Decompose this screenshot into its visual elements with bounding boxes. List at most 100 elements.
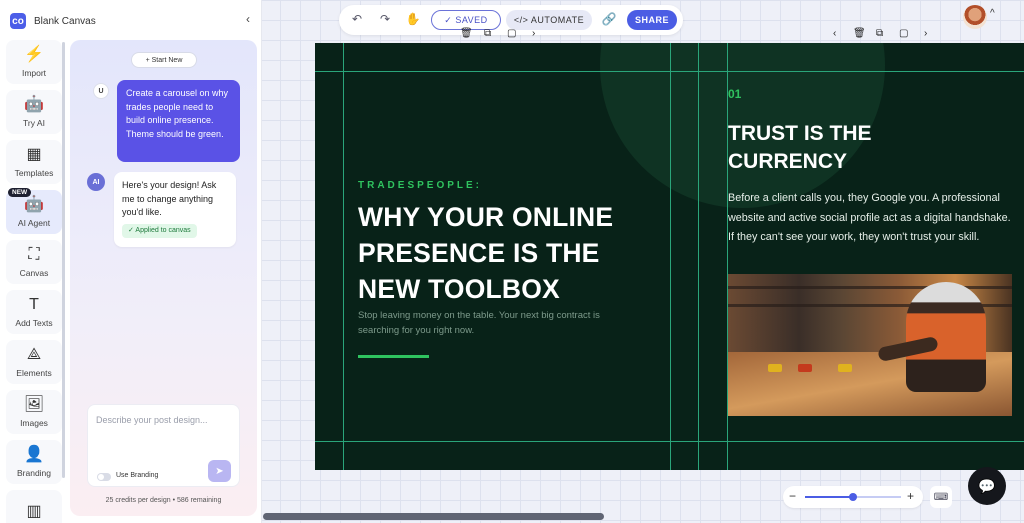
ai-message: Here's your design! Ask me to change any… xyxy=(114,172,236,247)
text-icon: T xyxy=(29,296,39,313)
rail-item-label: AI Agent xyxy=(17,218,51,228)
rail-item-label: Try AI xyxy=(23,118,45,128)
user-avatar: U xyxy=(93,83,109,99)
zoom-slider-thumb[interactable] xyxy=(849,493,857,501)
delete-slide-icon[interactable]: 🗑 xyxy=(853,28,866,39)
automate-button[interactable]: </> AUTOMATE xyxy=(506,10,592,30)
prompt-composer[interactable]: Describe your post design... Use Brandin… xyxy=(87,404,240,487)
start-new-button[interactable]: + Start New xyxy=(131,52,197,68)
rail-item-label: Templates xyxy=(14,168,54,178)
photo-beam xyxy=(728,286,1012,289)
new-badge: NEW xyxy=(8,188,32,197)
photo-tool xyxy=(798,364,812,372)
ai-message-text: Here's your design! Ask me to change any… xyxy=(122,180,217,218)
tool-rail: ⚡ Import 🤖 Try AI ▦ Templates NEW 🤖 AI A… xyxy=(6,40,62,523)
zoom-control: − + xyxy=(783,486,923,508)
app-root: co Blank Canvas ‹ ⚡ Import 🤖 Try AI ▦ Te… xyxy=(0,0,1024,523)
robot-icon: 🤖 xyxy=(24,196,44,213)
shapes-icon: ⟁ xyxy=(26,346,42,363)
slide2-body[interactable]: Before a client calls you, they Google y… xyxy=(728,189,1013,248)
account-avatar[interactable] xyxy=(963,5,987,29)
guide-line xyxy=(698,43,699,470)
rail-item-import[interactable]: ⚡ Import xyxy=(6,40,62,84)
frame-slide-icon[interactable]: ▢ xyxy=(899,28,908,39)
grid-icon: ▦ xyxy=(26,146,42,163)
robot-icon: 🤖 xyxy=(24,96,44,113)
photo-tool xyxy=(838,364,852,372)
rail-item-add-texts[interactable]: T Add Texts xyxy=(6,290,62,334)
duplicate-slide-icon[interactable]: ⧉ xyxy=(876,28,883,39)
branding-toggle[interactable] xyxy=(97,473,111,481)
slide1-headline[interactable]: WHY YOUR ONLINE PRESENCE IS THE NEW TOOL… xyxy=(358,199,658,307)
slide1-subtitle[interactable]: Stop leaving money on the table. Your ne… xyxy=(358,308,618,338)
slide1-eyebrow[interactable]: TRADESPEOPLE: xyxy=(358,180,482,191)
bolt-icon: ⚡ xyxy=(24,46,44,63)
branding-label: Use Branding xyxy=(116,472,159,479)
hand-icon[interactable]: ✋ xyxy=(405,12,421,26)
document-title[interactable]: Blank Canvas xyxy=(34,16,96,27)
design-canvas[interactable]: TRADESPEOPLE: WHY YOUR ONLINE PRESENCE I… xyxy=(315,43,1024,470)
rail-scrollbar[interactable] xyxy=(62,42,65,478)
rail-item-label: Import xyxy=(21,68,47,78)
slide2-title[interactable]: TRUST IS THE CURRENCY xyxy=(728,120,988,176)
send-button[interactable]: ➤ xyxy=(208,460,231,482)
sidebar: co Blank Canvas ‹ ⚡ Import 🤖 Try AI ▦ Te… xyxy=(0,0,262,523)
guide-line xyxy=(315,71,1024,72)
image-icon: 🖼 xyxy=(23,396,45,413)
zoom-in-button[interactable]: + xyxy=(907,489,914,503)
redo-icon[interactable]: ↷ xyxy=(377,12,393,26)
send-icon: ➤ xyxy=(215,465,224,477)
rail-item-try-ai[interactable]: 🤖 Try AI xyxy=(6,90,62,134)
tradesperson-photo[interactable] xyxy=(728,274,1012,416)
collapse-sidebar-icon[interactable]: ‹ xyxy=(246,12,250,26)
user-message: Create a carousel on why trades people n… xyxy=(117,80,240,162)
zoom-slider-fill xyxy=(805,496,853,498)
guide-line xyxy=(343,43,344,470)
share-button[interactable]: SHARE xyxy=(627,10,677,30)
rail-item-board[interactable]: ▥ xyxy=(6,490,62,523)
accent-line[interactable] xyxy=(358,355,429,358)
account-caret-icon[interactable]: ^ xyxy=(990,8,995,19)
zoom-out-button[interactable]: − xyxy=(789,489,796,503)
rail-item-canvas[interactable]: ⛶ Canvas xyxy=(6,240,62,284)
frame-slide-icon[interactable]: ▢ xyxy=(507,28,516,39)
horizontal-scrollbar[interactable] xyxy=(263,513,604,520)
saved-status-button[interactable]: ✓ SAVED xyxy=(431,10,501,30)
photo-tool xyxy=(768,364,782,372)
ai-chat-panel: + Start New U Create a carousel on why t… xyxy=(70,40,257,516)
chat-bubble-icon: 💬 xyxy=(978,477,996,494)
guide-line xyxy=(315,441,1024,442)
rail-item-label: Elements xyxy=(16,368,52,378)
keyboard-shortcuts-icon[interactable]: ⌨ xyxy=(930,486,952,508)
rail-item-label: Canvas xyxy=(19,268,49,278)
rail-item-label: Branding xyxy=(16,468,52,478)
rail-item-elements[interactable]: ⟁ Elements xyxy=(6,340,62,384)
link-icon[interactable]: 🔗 xyxy=(601,12,617,26)
rail-item-templates[interactable]: ▦ Templates xyxy=(6,140,62,184)
rail-item-ai-agent[interactable]: NEW 🤖 AI Agent xyxy=(6,188,62,234)
guide-line xyxy=(670,43,671,470)
delete-slide-icon[interactable]: 🗑 xyxy=(460,28,473,39)
profile-icon: 👤 xyxy=(24,446,44,463)
chat-support-button[interactable]: 💬 xyxy=(968,467,1006,505)
slide2-number[interactable]: 01 xyxy=(728,87,741,101)
photo-worker xyxy=(906,282,986,392)
brand-header: co Blank Canvas ‹ xyxy=(10,9,258,33)
duplicate-slide-icon[interactable]: ⧉ xyxy=(484,28,491,39)
next-slide-icon[interactable]: › xyxy=(924,28,927,39)
next-slide-icon[interactable]: › xyxy=(532,28,535,39)
app-logo: co xyxy=(10,13,26,29)
applied-badge: ✓ Applied to canvas xyxy=(122,224,197,238)
prev-slide-icon[interactable]: ‹ xyxy=(833,28,836,39)
board-icon: ▥ xyxy=(26,503,42,520)
rail-item-branding[interactable]: 👤 Branding xyxy=(6,440,62,484)
prompt-input[interactable]: Describe your post design... xyxy=(96,415,208,425)
undo-icon[interactable]: ↶ xyxy=(349,12,365,26)
credits-info: 25 credits per design • 586 remaining xyxy=(105,497,222,504)
frame-icon: ⛶ xyxy=(28,246,40,263)
rail-item-label: Images xyxy=(20,418,48,428)
zoom-slider[interactable] xyxy=(805,493,901,501)
rail-item-images[interactable]: 🖼 Images xyxy=(6,390,62,434)
ai-avatar: AI xyxy=(87,173,105,191)
rail-item-label: Add Texts xyxy=(15,318,53,328)
